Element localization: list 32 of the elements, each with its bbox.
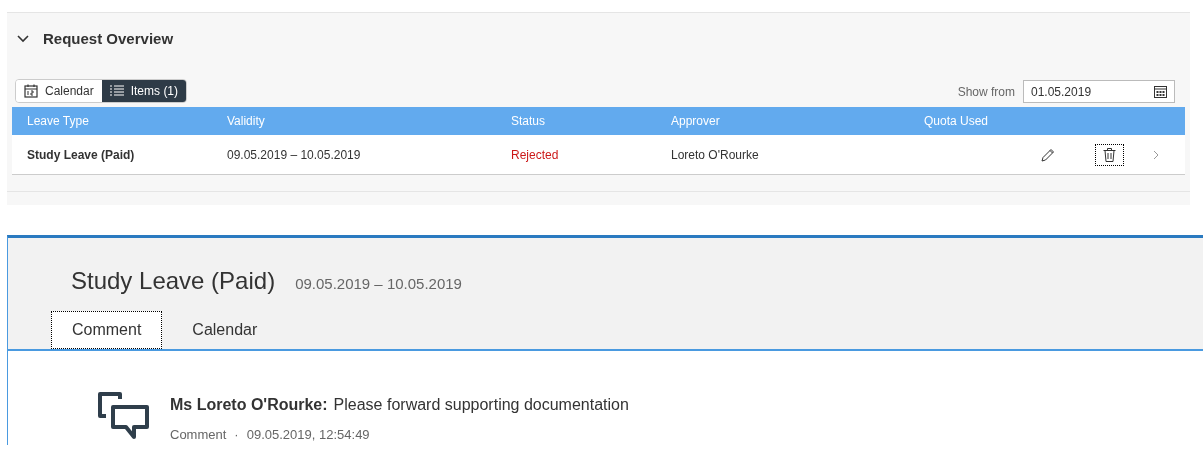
table-cell: 09.05.2019 – 10.05.2019: [227, 147, 361, 162]
status-text: Rejected: [511, 147, 559, 162]
separator-dot: ·: [234, 426, 239, 444]
view-toggle-button[interactable]: Items (1): [101, 80, 187, 102]
column-header: Quota Used: [924, 114, 989, 128]
section-title: Request Overview: [43, 28, 174, 49]
comment-type: Comment: [170, 426, 227, 444]
chat-icon: [96, 389, 150, 441]
column-header: Approver: [671, 114, 720, 128]
show-from-label: Show from: [957, 83, 1015, 101]
view-toggle-button[interactable]: Calendar: [16, 80, 102, 102]
chevron-icon[interactable]: [17, 35, 29, 43]
edit-icon[interactable]: [1041, 147, 1055, 162]
calendar-icon: [24, 84, 38, 98]
detail-dates: 09.05.2019 – 10.05.2019: [295, 274, 462, 294]
column-header: Leave Type: [27, 114, 89, 128]
column-header: Validity: [227, 114, 265, 128]
tab[interactable]: Calendar: [172, 311, 278, 349]
table-cell: Study Leave (Paid): [27, 147, 135, 162]
comment-timestamp: 09.05.2019, 12:54:49: [246, 426, 370, 444]
tab[interactable]: Comment: [51, 311, 163, 349]
chevron-right-icon[interactable]: [1153, 149, 1159, 160]
date-field[interactable]: 01.05.2019: [1023, 80, 1175, 103]
delete-button[interactable]: [1095, 143, 1124, 166]
list-icon: [109, 85, 124, 97]
calendar-icon[interactable]: [1154, 85, 1167, 98]
comment-author: Ms Loreto O'Rourke:: [170, 395, 328, 415]
table-cell: Loreto O'Rourke: [671, 147, 759, 162]
trash-icon: [1103, 147, 1116, 162]
column-header: Status: [511, 114, 546, 128]
detail-title: Study Leave (Paid): [71, 266, 276, 296]
comment-text: Please forward supporting documentation: [333, 395, 629, 415]
